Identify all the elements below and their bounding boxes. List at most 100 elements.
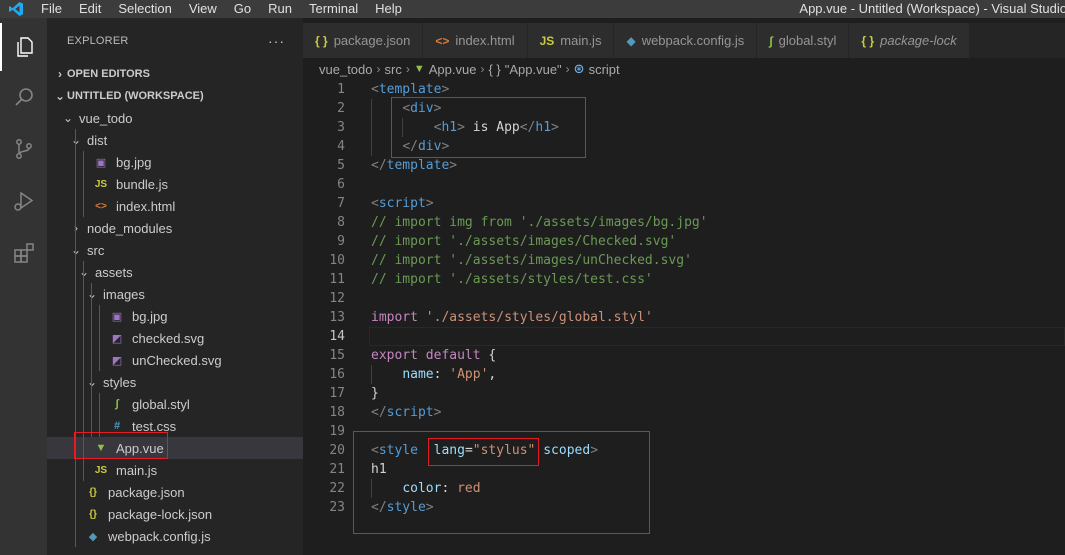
code-line[interactable]: 14 [303,327,1065,346]
breadcrumb-item[interactable]: App.vue [429,62,477,77]
tree-item-app-vue[interactable]: ▼ App.vue [47,437,303,459]
code-line[interactable]: 10 // import './assets/images/unChecked.s… [303,251,1065,270]
menu-item-edit[interactable]: Edit [70,0,109,18]
tab-webpack-config-js[interactable]: ◆ webpack.config.js [614,23,758,58]
tree-item-global-styl[interactable]: ∫ global.styl [47,393,303,415]
menu-item-file[interactable]: File [32,0,70,18]
tree-item-label: images [103,286,145,302]
code-token: = [464,443,473,458]
tab-main-js[interactable]: JS main.js [527,23,615,58]
code-line[interactable]: 18 </script> [303,403,1065,422]
indent-guide [91,393,92,415]
search-icon[interactable] [0,73,47,121]
code-token: default [425,348,481,363]
code-line[interactable]: 16 name: 'App', [303,365,1065,384]
svg-file-icon: ◩ [111,332,123,345]
code-line[interactable]: 22 color: red [303,479,1065,498]
source-control-icon[interactable] [0,125,47,173]
tree-item-vue-todo[interactable]: ⌄ vue_todo [47,107,303,129]
code-line[interactable]: 3 <h1> is App</h1> [303,118,1065,137]
tree-item-checked-svg[interactable]: ◩ checked.svg [47,327,303,349]
code-line[interactable]: 12 [303,289,1065,308]
open-editors-section[interactable]: › OPEN EDITORS [47,63,303,85]
vscode-logo-icon [0,0,32,18]
tree-item-bundle-js[interactable]: JS bundle.js [47,173,303,195]
code-line[interactable]: 7 <script> [303,194,1065,213]
code-token: > [433,101,442,116]
tree-item-test-css[interactable]: # test.css [47,415,303,437]
menu-item-terminal[interactable]: Terminal [300,0,366,18]
tree-item-label: main.js [116,462,158,478]
tree-item-package-json[interactable]: {} package.json [47,481,303,503]
run-debug-icon[interactable] [0,177,47,225]
code-line[interactable]: 4 </div> [303,137,1065,156]
tab-file-icon: { } [861,33,875,48]
code-line[interactable]: 20 <style lang="stylus" scoped> [303,441,1065,460]
tree-item-label: dist [87,132,108,148]
tree-item-node-modules[interactable]: › node_modules [47,217,303,239]
code-line[interactable]: 6 [303,175,1065,194]
tab-package-json[interactable]: { } package.json [303,23,424,58]
code-editor[interactable]: 1 <template> 2 <div> 3 <h1> is App</h1> 4 </… [303,80,1065,555]
svg-file-icon: ◩ [111,354,123,367]
tree-item-bg-jpg[interactable]: ▣ bg.jpg [47,151,303,173]
code-line[interactable]: 2 <div> [303,99,1065,118]
line-number: 8 [337,215,345,230]
code-token: : [441,481,458,496]
indent-guide [402,118,403,137]
code-line[interactable]: 13 import './assets/styles/global.styl' [303,308,1065,327]
tree-item-src[interactable]: ⌄ src [47,239,303,261]
code-line[interactable]: 5 </template> [303,156,1065,175]
code-token: export [371,348,418,363]
tree-item-bg-jpg[interactable]: ▣ bg.jpg [47,305,303,327]
json-file-icon: {} [89,486,97,498]
menu-item-go[interactable]: Go [225,0,259,18]
tree-item-webpack-config-js[interactable]: ◆ webpack.config.js [47,525,303,547]
indent-guide [75,371,76,393]
extensions-icon[interactable] [0,229,47,277]
code-line[interactable]: 17} [303,384,1065,403]
indent-guide [83,305,84,327]
tab-index-html[interactable]: <> index.html [423,23,528,58]
code-line[interactable]: 15 export default { [303,346,1065,365]
code-line[interactable]: 21 h1 [303,460,1065,479]
menu-item-selection[interactable]: Selection [109,0,179,18]
code-token: template [378,82,442,97]
code-line[interactable]: 19 [303,422,1065,441]
breadcrumb-item[interactable]: vue_todo [319,62,373,77]
tree-item-index-html[interactable]: <> index.html [47,195,303,217]
breadcrumb-item[interactable]: src [385,62,402,77]
explorer-icon[interactable] [0,23,47,71]
tree-item-styles[interactable]: ⌄ styles [47,371,303,393]
tree-item-unchecked-svg[interactable]: ◩ unChecked.svg [47,349,303,371]
code-line[interactable]: 9 // import './assets/images/Checked.svg' [303,232,1065,251]
breadcrumb-item[interactable]: "App.vue" [505,62,562,77]
indent-guide [75,283,76,305]
code-line[interactable]: 23 </style> [303,498,1065,517]
title-bar: File Edit Selection View Go Run Terminal Help A… [0,0,1065,18]
menu-item-run[interactable]: Run [259,0,300,18]
code-text: import './assets/styles/global.styl' [371,308,653,327]
tree-item-main-js[interactable]: JS main.js [47,459,303,481]
tab-global-styl[interactable]: ∫ global.styl [757,23,850,58]
tab-label: index.html [455,33,515,48]
code-line[interactable]: 8 // import img from './assets/images/bg.… [303,213,1065,232]
code-token: // import img from './assets/images/bg.j… [371,215,708,230]
tree-item-label: assets [95,264,133,280]
menu-item-view[interactable]: View [180,0,225,18]
indent-guide [75,151,76,173]
indent-guide [83,371,84,393]
workspace-section[interactable]: ⌄ UNTITLED (WORKSPACE) [47,85,303,107]
menu-item-help[interactable]: Help [366,0,410,18]
code-line[interactable]: 11 // import './assets/styles/test.css' [303,270,1065,289]
indent-guide [83,415,84,437]
tree-item-images[interactable]: ⌄ images [47,283,303,305]
tree-item-assets[interactable]: ⌄ assets [47,261,303,283]
breadcrumb-item[interactable]: script [589,62,620,77]
code-line[interactable]: 1 <template> [303,80,1065,99]
more-actions-icon[interactable]: ··· [268,33,285,49]
tab-package-lock[interactable]: { } package-lock [849,23,970,58]
tree-item-dist[interactable]: ⌄ dist [47,129,303,151]
tree-item-package-lock-json[interactable]: {} package-lock.json [47,503,303,525]
webpack-file-icon: ◆ [88,530,98,543]
